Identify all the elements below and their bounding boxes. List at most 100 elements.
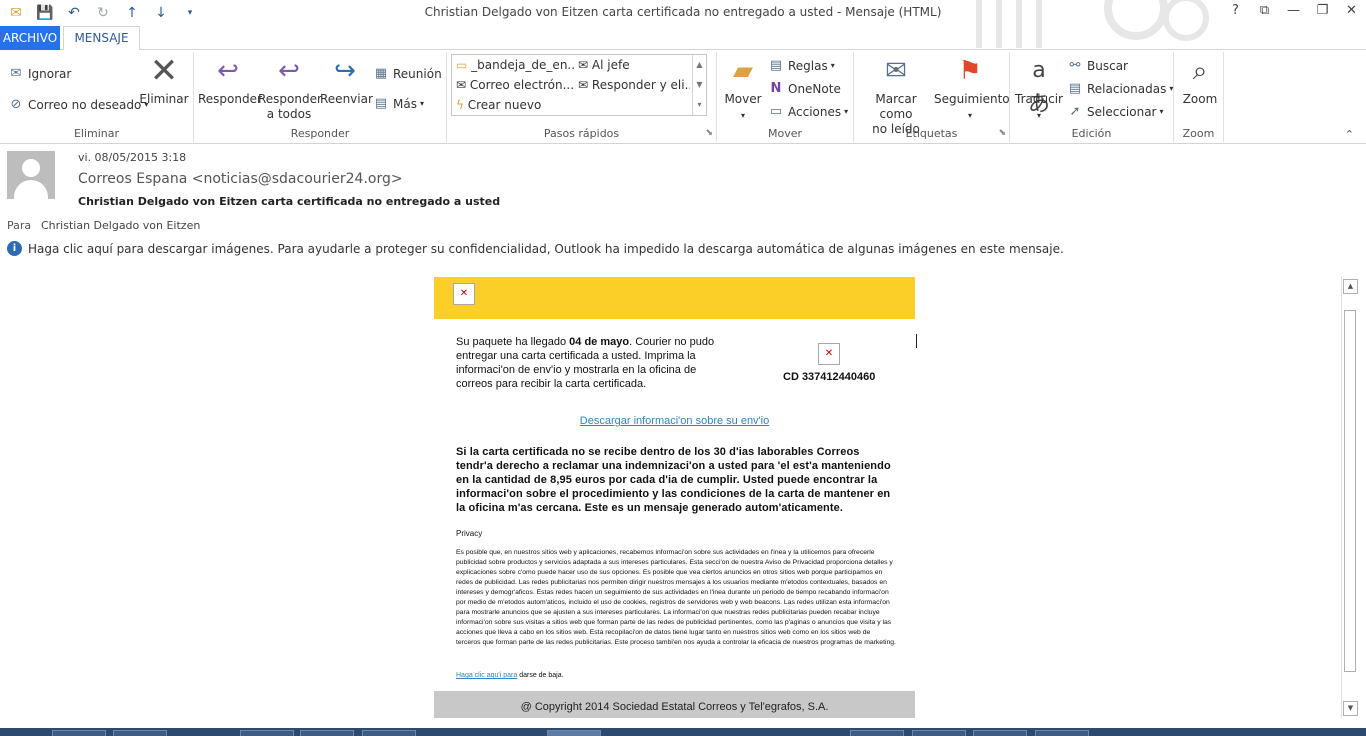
mark-unread-button[interactable]: ✉ Marcar como no leído — [858, 54, 934, 137]
title-bar: ✉ 💾 ↶ ↻ ↑ ↓ ▾ Christian Delgado von Eitz… — [0, 0, 1366, 48]
taskbar-app-active[interactable] — [547, 730, 601, 736]
taskbar-app[interactable] — [362, 730, 416, 736]
info-bar[interactable]: i Haga clic aquí para descargar imágenes… — [7, 241, 1064, 256]
quick-steps-scroll[interactable]: ▲ ▼ ▾ — [692, 55, 706, 115]
taskbar-app[interactable] — [850, 730, 904, 736]
scroll-up-icon[interactable]: ▲ — [1343, 279, 1358, 294]
maximize-button[interactable]: ❐ — [1308, 0, 1337, 24]
quickstep-al-jefe[interactable]: ✉ Al jefe — [578, 58, 690, 72]
taskbar-app[interactable] — [1035, 730, 1089, 736]
forward-icon: ↪ — [334, 56, 356, 86]
rules-label: Reglas — [788, 58, 828, 73]
chevron-down-icon: ▾ — [844, 107, 849, 116]
junk-label: Correo no deseado — [28, 97, 142, 112]
avatar-body — [14, 180, 48, 199]
chevron-down-icon: ▾ — [830, 61, 835, 70]
ribbon-display-button[interactable]: ⧉ — [1250, 0, 1279, 24]
email-warning-paragraph: Si la carta certificada no se recibe den… — [456, 446, 891, 514]
meeting-button[interactable]: ▦ Reunión — [372, 66, 442, 81]
chevron-down-icon: ▾ — [419, 99, 424, 108]
move-label: Mover — [724, 92, 762, 106]
dialog-launcher-icon[interactable]: ⬊ — [998, 128, 1006, 138]
download-link[interactable]: Descargar informaci'on sobre su env'io — [434, 415, 915, 427]
actions-label: Acciones — [788, 104, 842, 119]
actions-icon: ▭ — [769, 104, 783, 119]
taskbar-app[interactable] — [52, 730, 106, 736]
envelope-icon: ✉ — [885, 56, 907, 86]
zoom-label: Zoom — [1182, 92, 1218, 106]
ignore-label: Ignorar — [28, 66, 72, 81]
ignore-icon: ✉ — [10, 66, 22, 81]
quickstep-crear-nuevo[interactable]: ϟ Crear nuevo — [456, 98, 576, 112]
onenote-label: OneNote — [788, 81, 841, 96]
quickstep-label: Crear nuevo — [467, 98, 542, 112]
find-button[interactable]: ⚯ Buscar — [1066, 58, 1128, 73]
broken-image-icon: ✕ — [818, 343, 840, 365]
help-button[interactable]: ? — [1221, 0, 1250, 24]
delete-button[interactable]: ✕ Eliminar — [138, 54, 190, 107]
taskbar-app[interactable] — [300, 730, 354, 736]
group-pasos-rapidos: ▭ _bandeja_de_en... ✉ Al jefe ✉ Correo e… — [447, 52, 717, 142]
vertical-scrollbar[interactable]: ▲ ▼ — [1341, 277, 1358, 718]
lightning-icon: ϟ — [456, 98, 464, 112]
move-button[interactable]: ▰ Mover ▾ — [721, 54, 765, 123]
quickstep-correo-electronico[interactable]: ✉ Correo electrón... — [456, 78, 576, 92]
close-button[interactable]: ✕ — [1337, 0, 1366, 24]
quickstep-label: Responder y eli... — [591, 78, 690, 92]
translate-button[interactable]: aあ Traducir ▾ — [1014, 54, 1064, 123]
sender[interactable]: Correos Espana <noticias@sdacourier24.or… — [78, 171, 403, 187]
taskbar-app[interactable] — [973, 730, 1027, 736]
info-bar-text: Haga clic aquí para descargar imágenes. … — [28, 241, 1064, 256]
chevron-down-icon: ▾ — [740, 111, 745, 120]
to-label: Para — [7, 219, 32, 232]
tab-mensaje[interactable]: MENSAJE — [63, 26, 140, 51]
tab-archivo[interactable]: ARCHIVO — [0, 26, 60, 50]
meeting-label: Reunión — [393, 66, 442, 81]
scroll-down-icon[interactable]: ▼ — [1343, 701, 1358, 716]
more-button[interactable]: ▤ Más ▾ — [372, 96, 424, 111]
zoom-button[interactable]: ⌕ Zoom — [1178, 54, 1222, 107]
collapse-ribbon-icon[interactable]: ⌃ — [1345, 128, 1354, 141]
unsubscribe-link[interactable]: Haga clic aqu'i para — [456, 672, 517, 679]
group-eliminar: ✉ Ignorar ⊘ Correo no deseado ▾ ✕ Elimin… — [0, 52, 194, 142]
ribbon: ✉ Ignorar ⊘ Correo no deseado ▾ ✕ Elimin… — [0, 50, 1366, 144]
recipient[interactable]: Christian Delgado von Eitzen — [41, 219, 200, 232]
intro-text: Su paquete ha llegado — [456, 336, 570, 348]
onenote-button[interactable]: N OneNote — [767, 81, 841, 96]
group-label: Etiquetas — [905, 127, 958, 140]
subject: Christian Delgado von Eitzen carta certi… — [78, 195, 501, 208]
quickstep-bandeja[interactable]: ▭ _bandeja_de_en... — [456, 58, 576, 72]
reply-button[interactable]: ↩ Responder — [198, 54, 262, 107]
rules-button[interactable]: ▤ Reglas ▾ — [767, 58, 835, 73]
chevron-down-icon: ▾ — [1036, 111, 1041, 120]
followup-label: Seguimiento — [934, 92, 1010, 106]
chevron-down-icon: ▾ — [1159, 107, 1164, 116]
select-button[interactable]: ➚ Seleccionar ▾ — [1066, 104, 1164, 119]
group-mover: ▰ Mover ▾ ▤ Reglas ▾ N OneNote ▭ Accione… — [717, 52, 854, 142]
info-icon: i — [7, 241, 22, 256]
group-label: Eliminar — [73, 127, 120, 140]
actions-button[interactable]: ▭ Acciones ▾ — [767, 104, 848, 119]
reply-all-icon: ↩ — [278, 56, 300, 86]
taskbar-app[interactable] — [113, 730, 167, 736]
taskbar-app[interactable] — [912, 730, 966, 736]
privacy-title: Privacy — [456, 529, 483, 538]
followup-button[interactable]: ⚑ Seguimiento ▾ — [934, 54, 1010, 123]
forward-button[interactable]: ↪ Reenviar — [320, 54, 373, 107]
related-icon: ▤ — [1068, 81, 1082, 96]
junk-button[interactable]: ⊘ Correo no deseado ▾ — [7, 97, 149, 112]
dialog-launcher-icon[interactable]: ⬊ — [705, 128, 713, 138]
scrollbar-thumb[interactable] — [1344, 310, 1356, 672]
ignore-button[interactable]: ✉ Ignorar — [7, 66, 72, 81]
unsubscribe-text: darse de baja. — [517, 672, 564, 679]
message-date: vi. 08/05/2015 3:18 — [78, 151, 187, 164]
reply-all-button[interactable]: ↩ Responder a todos — [258, 54, 322, 122]
related-button[interactable]: ▤ Relacionadas ▾ — [1066, 81, 1174, 96]
taskbar-app[interactable] — [240, 730, 294, 736]
quickstep-responder-y-eliminar[interactable]: ✉ Responder y eli... — [578, 78, 690, 92]
forward-label: Reenviar — [320, 92, 373, 106]
group-label: Responder — [290, 127, 350, 140]
taskbar — [0, 728, 1366, 736]
text-cursor — [916, 334, 917, 348]
minimize-button[interactable]: — — [1279, 0, 1308, 24]
